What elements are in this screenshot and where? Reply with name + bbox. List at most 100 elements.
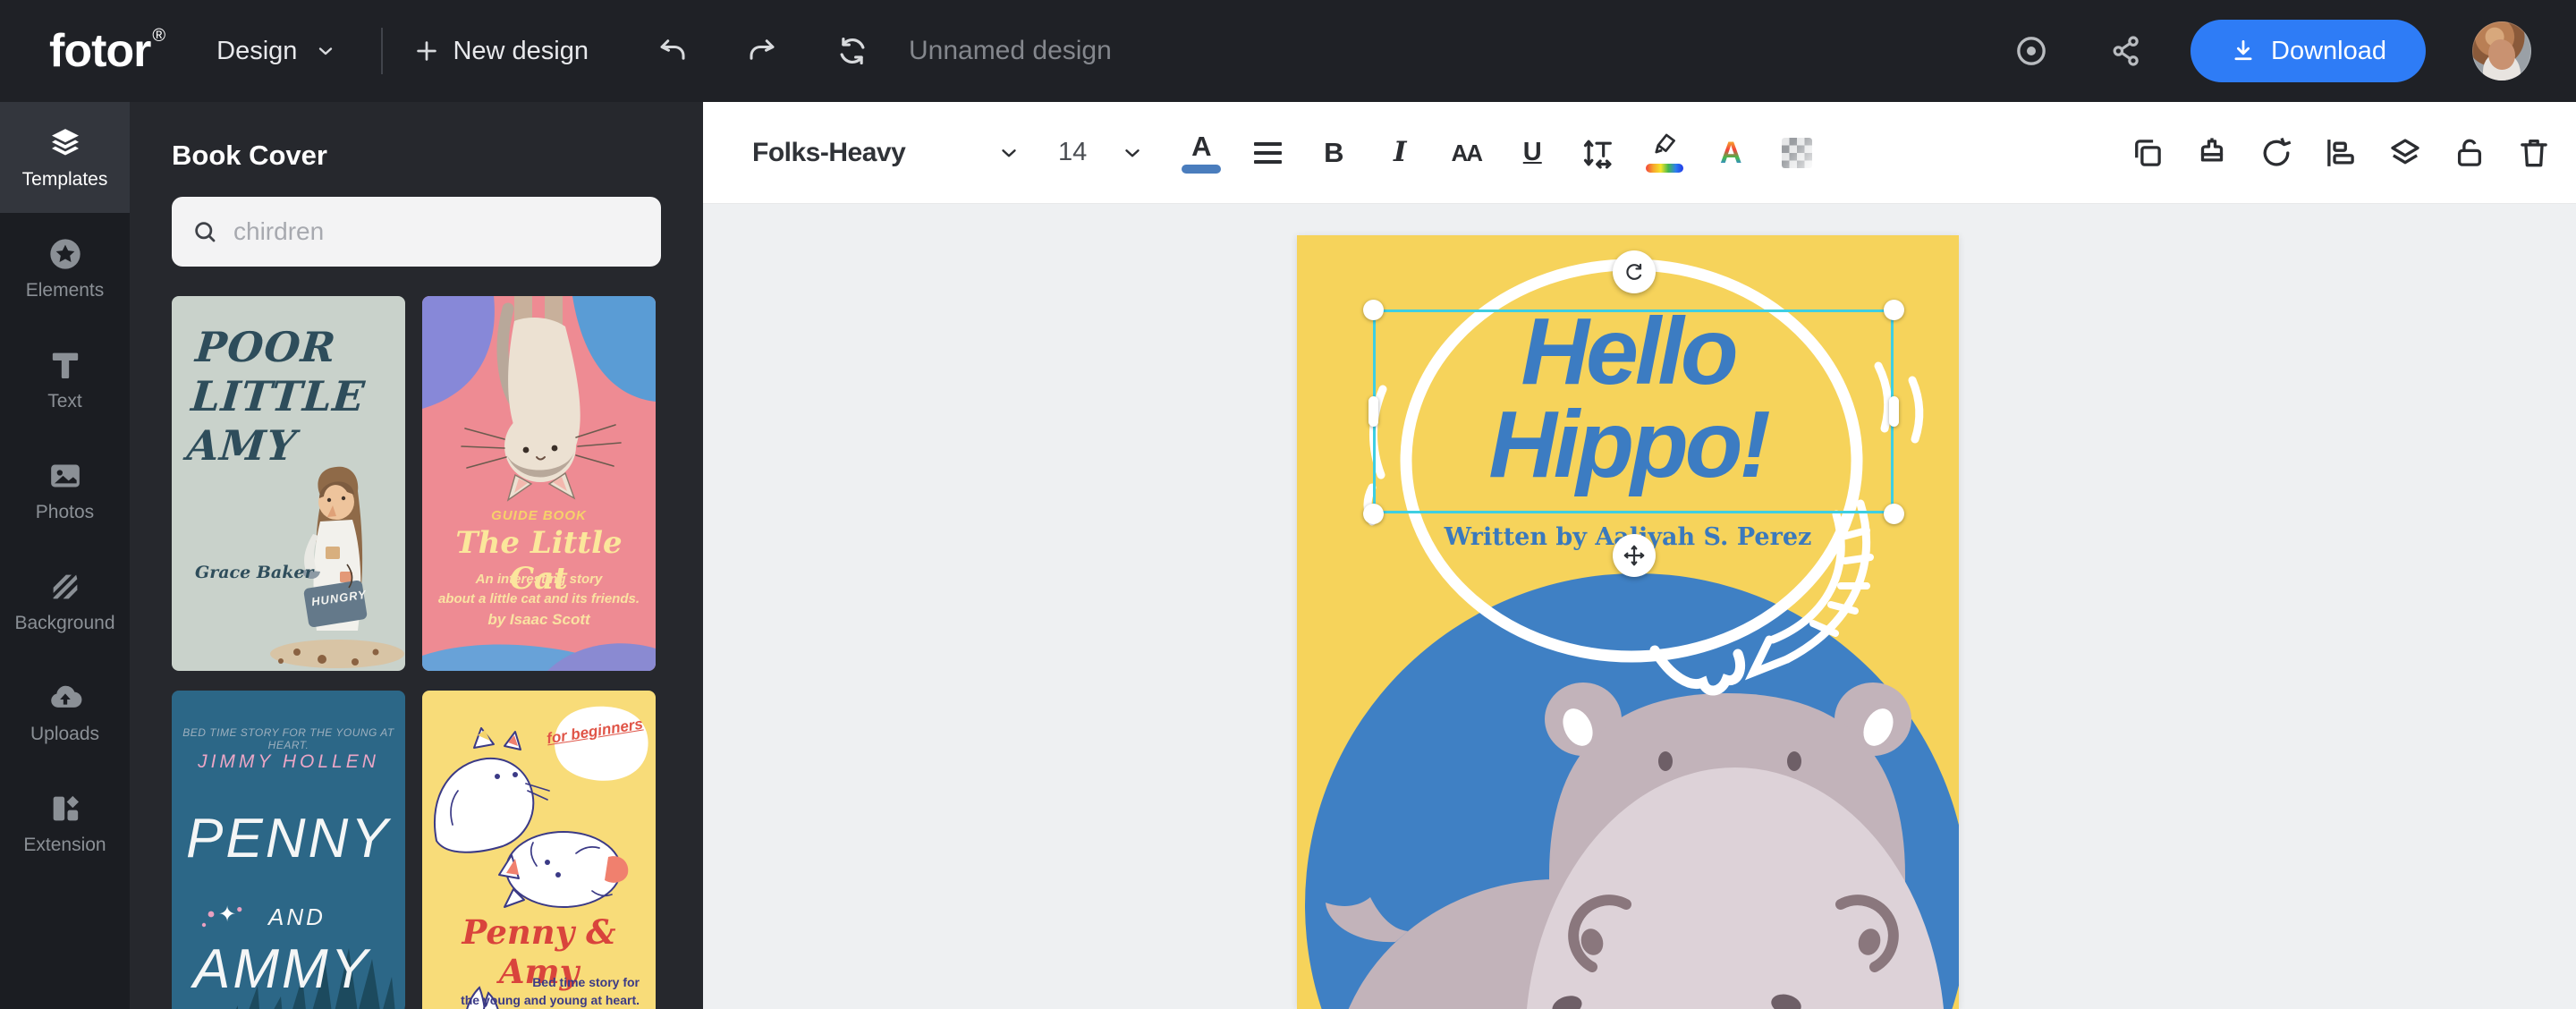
resize-handle-bottom-left[interactable] (1363, 504, 1384, 524)
template-1-author: Grace Baker (195, 563, 314, 582)
template-2-description: An interesting story about a little cat … (437, 572, 640, 606)
rotate-handle-icon (1626, 263, 1642, 280)
template-the-little-cat[interactable]: GUIDE BOOK The Little Cat An interesting… (422, 296, 656, 671)
resize-handle-top-right[interactable] (1884, 300, 1904, 320)
new-design-button[interactable]: New design (413, 37, 589, 66)
duplicate-button[interactable] (2127, 121, 2168, 185)
sidebar: Templates Elements Text Photos Backgroun… (0, 102, 130, 1009)
underline-button[interactable]: U (1511, 121, 1554, 185)
move-handle[interactable] (1613, 534, 1656, 577)
rotate-icon (2263, 137, 2292, 166)
photos-image-icon (50, 464, 80, 487)
spacing-button[interactable] (1577, 121, 1620, 185)
design-menu[interactable]: Design (216, 37, 336, 66)
undo-button[interactable] (657, 35, 689, 67)
align-objects-button[interactable] (2320, 121, 2361, 185)
delete-button[interactable] (2513, 121, 2555, 185)
templates-panel: Book Cover chirdren POOR LITTLE AMY Grac… (130, 102, 703, 1009)
sidebar-item-photos[interactable]: Photos (0, 435, 130, 546)
design-canvas[interactable]: Hello Hippo! Written by Aaliyah S. Perez (1297, 235, 1959, 1009)
text-toolbar: Folks-Heavy 14 A B I AA U A (703, 102, 2576, 204)
text-color-button[interactable]: A (1180, 121, 1223, 185)
letter-case-button[interactable]: AA (1445, 121, 1487, 185)
lock-button[interactable] (2449, 121, 2490, 185)
elements-star-icon (49, 238, 80, 269)
sidebar-item-elements[interactable]: Elements (0, 213, 130, 324)
text-effects-button[interactable]: A (1709, 121, 1752, 185)
fotor-design-editor: fotor ® Design New design Unnamed design… (0, 0, 2576, 1009)
registered-mark: ® (152, 26, 165, 46)
italic-icon: I (1394, 136, 1407, 168)
bold-button[interactable]: B (1312, 121, 1355, 185)
templates-layers-icon (51, 128, 79, 155)
template-search[interactable] (172, 197, 661, 267)
search-input[interactable] (233, 217, 641, 246)
template-3-kicker: BED TIME STORY FOR THE YOUNG AT HEART. (182, 726, 394, 751)
redo-icon (750, 39, 775, 60)
sync-button[interactable] (835, 34, 869, 68)
bold-icon: B (1324, 137, 1344, 168)
move-handle-icon (1623, 545, 1645, 566)
design-name-input[interactable] (908, 36, 1293, 66)
format-painter-icon (2200, 137, 2224, 162)
text-align-button[interactable] (1246, 121, 1289, 185)
duplicate-icon (2135, 139, 2161, 166)
layers-button[interactable] (2385, 121, 2426, 185)
cover-title-text[interactable]: Hello Hippo! (1297, 304, 1959, 492)
highlight-color-bar (1646, 164, 1684, 173)
font-size-value: 14 (1058, 138, 1088, 166)
transparency-button[interactable] (1775, 121, 1818, 185)
template-penny-and-amy[interactable]: for beginners Penny & Amy Bed time story… (422, 691, 656, 1009)
sidebar-label: Background (14, 612, 115, 633)
preview-button[interactable] (2013, 33, 2049, 69)
user-avatar[interactable] (2472, 21, 2531, 81)
spacing-icon (1584, 140, 1613, 169)
download-label: Download (2271, 36, 2386, 65)
chevron-down-icon (1125, 148, 1140, 157)
uploads-cloud-icon (50, 685, 81, 708)
design-menu-label: Design (216, 36, 298, 65)
preview-eye-icon (2017, 37, 2046, 65)
sparkle-icon: ✦● (218, 903, 243, 927)
rotate-handle[interactable] (1613, 250, 1656, 293)
resize-handle-top-left[interactable] (1363, 300, 1384, 320)
template-2-kicker: GUIDE BOOK (491, 508, 587, 523)
font-family-select[interactable]: Folks-Heavy (752, 138, 1021, 168)
unlock-icon (2457, 139, 2482, 166)
resize-handle-bottom-right[interactable] (1884, 504, 1904, 524)
format-group: A B I AA U A (1180, 121, 1818, 185)
share-button[interactable] (2108, 33, 2144, 69)
logo-text: fotor (49, 25, 151, 77)
font-size-select[interactable]: 14 (1058, 138, 1144, 167)
sidebar-item-extension[interactable]: Extension (0, 767, 130, 878)
extension-blocks-icon (53, 795, 79, 820)
sidebar-label: Elements (25, 279, 105, 301)
sidebar-label: Uploads (30, 723, 100, 744)
sidebar-label: Text (47, 390, 82, 411)
underline-icon: U (1522, 138, 1542, 166)
text-effects-icon: A (1719, 135, 1742, 170)
layers-icon (2391, 138, 2419, 164)
template-penny-and-ammy[interactable]: BED TIME STORY FOR THE YOUNG AT HEART. J… (172, 691, 405, 1009)
format-painter-button[interactable] (2191, 121, 2233, 185)
resize-handle-left[interactable] (1368, 396, 1378, 427)
transparency-checker-icon (1782, 137, 1813, 168)
resize-handle-right[interactable] (1889, 396, 1899, 427)
sidebar-item-text[interactable]: Text (0, 324, 130, 435)
highlight-button[interactable] (1643, 121, 1686, 185)
rotate-button[interactable] (2256, 121, 2297, 185)
topbar: fotor ® Design New design Unnamed design… (0, 0, 2576, 102)
highlight-pen-icon (1655, 133, 1676, 154)
redo-button[interactable] (746, 35, 778, 67)
topbar-divider (381, 28, 384, 74)
template-poor-little-amy[interactable]: POOR LITTLE AMY Grace Baker HUNGRY (172, 296, 405, 671)
template-2-byline: by Isaac Scott (487, 611, 590, 628)
trash-icon (2521, 139, 2547, 166)
download-button[interactable]: Download (2190, 20, 2426, 82)
sidebar-item-templates[interactable]: Templates (0, 102, 130, 213)
sidebar-item-background[interactable]: Background (0, 546, 130, 657)
italic-button[interactable]: I (1378, 121, 1421, 185)
plus-icon (417, 41, 437, 61)
align-objects-icon (2327, 139, 2354, 166)
sidebar-item-uploads[interactable]: Uploads (0, 657, 130, 767)
